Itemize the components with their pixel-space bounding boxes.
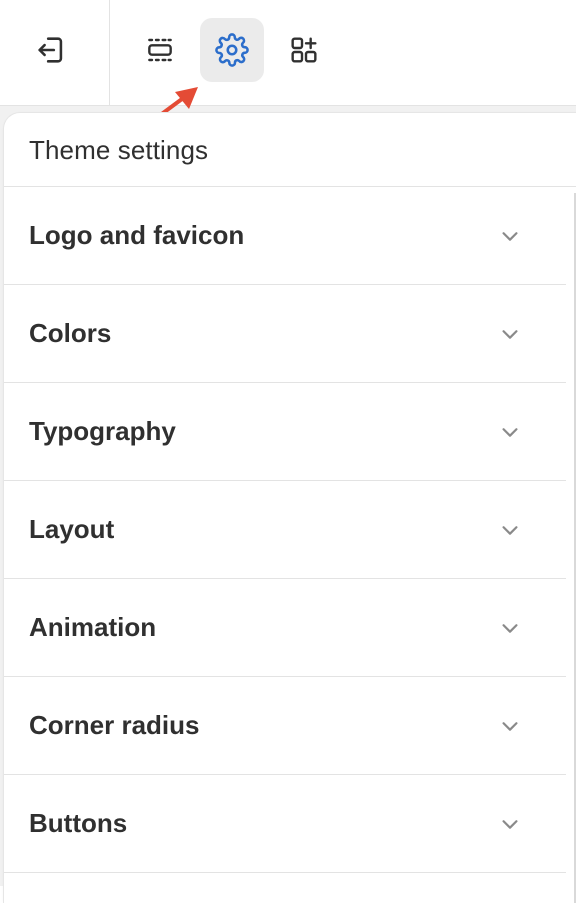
panel-title: Theme settings: [29, 135, 209, 165]
exit-icon: [38, 37, 63, 63]
exit-button[interactable]: [19, 18, 83, 82]
theme-settings-panel: Theme settings Logo and favicon Colors T…: [4, 113, 576, 903]
apps-add-icon: [291, 37, 317, 63]
theme-settings-button[interactable]: [200, 18, 264, 82]
settings-item-animation[interactable]: Animation: [4, 579, 566, 677]
settings-item-label: Buttons: [29, 808, 128, 838]
toolbar-bottom-border: [0, 105, 576, 106]
gear-icon: [215, 33, 249, 67]
chevron-down-icon: [502, 820, 518, 829]
settings-item-logo-and-favicon[interactable]: Logo and favicon: [4, 187, 566, 285]
settings-list: Logo and favicon Colors Typography Layou…: [4, 187, 566, 873]
settings-item-label: Typography: [29, 416, 176, 446]
sections-icon: [148, 38, 172, 62]
toolbar-divider: [109, 0, 110, 106]
settings-item-buttons[interactable]: Buttons: [4, 775, 566, 873]
chevron-down-icon: [502, 232, 518, 241]
settings-item-label: Colors: [29, 318, 112, 348]
apps-button[interactable]: [272, 18, 336, 82]
settings-item-typography[interactable]: Typography: [4, 383, 566, 481]
settings-item-label: Animation: [29, 612, 157, 642]
chevron-down-icon: [502, 722, 518, 731]
chevron-down-icon: [502, 428, 518, 437]
chevron-down-icon: [502, 330, 518, 339]
chevron-down-icon: [502, 624, 518, 633]
settings-item-corner-radius[interactable]: Corner radius: [4, 677, 566, 775]
settings-item-layout[interactable]: Layout: [4, 481, 566, 579]
settings-item-label: Corner radius: [29, 710, 200, 740]
settings-item-label: Layout: [29, 514, 115, 544]
settings-item-colors[interactable]: Colors: [4, 285, 566, 383]
editor-toolbar: [0, 0, 576, 106]
settings-item-label: Logo and favicon: [29, 220, 245, 250]
chevron-down-icon: [502, 526, 518, 535]
sections-button[interactable]: [128, 18, 192, 82]
